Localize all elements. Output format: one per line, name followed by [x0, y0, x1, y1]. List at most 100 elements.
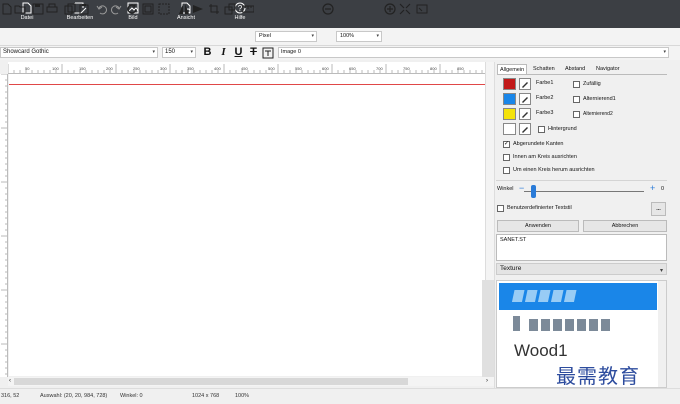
layer-select[interactable]: Image 0 ▾	[278, 47, 669, 58]
ruler-tick-label: 200	[106, 66, 113, 71]
color2-label: Farbe2	[536, 95, 554, 101]
random-label: Zufällig	[583, 81, 601, 87]
color2-picker[interactable]	[519, 93, 531, 105]
cancel-button[interactable]: Abbrechen	[583, 220, 667, 232]
paste-icon[interactable]	[78, 3, 90, 15]
background-picker[interactable]	[519, 123, 531, 135]
bold-button[interactable]: B	[202, 46, 213, 59]
ruler-tick-label: 300	[160, 66, 167, 71]
zoom-info: 100%	[235, 393, 250, 399]
frame-icon[interactable]	[142, 3, 154, 15]
alternate2-checkbox[interactable]	[573, 111, 580, 118]
drawing-canvas[interactable]	[9, 74, 494, 376]
zoom-in-icon[interactable]	[384, 3, 396, 15]
angle-value: 0	[661, 186, 665, 192]
select-icon[interactable]	[158, 3, 170, 15]
color1-picker[interactable]	[519, 78, 531, 90]
ruler-tick-label: 600	[322, 66, 329, 71]
ruler-tick-label: 650	[349, 66, 356, 71]
texture-preview-metal	[513, 316, 610, 331]
italic-button[interactable]: I	[218, 46, 229, 59]
ruler-tick-label: 250	[133, 66, 140, 71]
redo-icon[interactable]	[110, 3, 122, 15]
unit-select[interactable]: Pixel ▾	[255, 31, 317, 42]
scroll-right-icon[interactable]: ›	[486, 378, 488, 384]
ruler-tick-label: 850	[457, 66, 464, 71]
scroll-left-icon[interactable]: ‹	[9, 378, 11, 384]
underline-button[interactable]: U	[233, 46, 244, 59]
fit-icon[interactable]	[399, 3, 411, 15]
ruler-tick-label: 550	[295, 66, 302, 71]
tab-shadow[interactable]: Schatten	[531, 64, 557, 74]
resize-icon[interactable]	[224, 3, 236, 15]
texture-item-2[interactable]	[499, 311, 657, 338]
fullscreen-icon[interactable]	[416, 3, 428, 15]
apply-button[interactable]: Anwenden	[497, 220, 579, 232]
background-swatch[interactable]	[503, 123, 516, 135]
open-icon[interactable]	[14, 3, 26, 15]
panel-divider	[482, 280, 494, 377]
background-label: Hintergrund	[548, 126, 577, 132]
crop-icon[interactable]	[208, 3, 220, 15]
alternate1-checkbox[interactable]	[573, 96, 580, 103]
layer-value: Image 0	[281, 49, 301, 55]
chevron-down-icon: ▾	[190, 49, 193, 55]
scrollbar-thumb[interactable]	[14, 378, 408, 385]
text-input[interactable]: SANET.ST	[496, 234, 667, 261]
size-value: 150	[165, 49, 176, 55]
color3-picker[interactable]	[519, 108, 531, 120]
alternate2-label: Alternierend2	[583, 111, 613, 117]
rounded-edges-checkbox[interactable]: ✓	[503, 141, 510, 148]
color1-swatch[interactable]	[503, 78, 516, 90]
size-select[interactable]: 150 ▾	[162, 47, 196, 58]
more-button[interactable]: ...	[651, 202, 666, 216]
ruler-tick-label: 450	[241, 66, 248, 71]
angle-slider-track[interactable]	[524, 191, 644, 192]
custom-style-label: Benutzerdefinierter Textstil	[507, 205, 572, 211]
rounded-edges-label: Abgerundete Kanten	[513, 141, 564, 147]
custom-style-checkbox[interactable]	[497, 205, 504, 212]
strikethrough-button[interactable]: T	[248, 46, 259, 59]
color3-swatch[interactable]	[503, 108, 516, 120]
undo-icon[interactable]	[96, 3, 108, 15]
text-frame-icon[interactable]	[262, 47, 274, 59]
chevron-down-icon: ▾	[311, 33, 314, 39]
chevron-down-icon: ▾	[376, 33, 379, 39]
texture-preview-water	[511, 290, 577, 302]
around-circle-checkbox[interactable]	[503, 167, 510, 174]
menu-image-label: Bild	[128, 15, 138, 21]
ruler-icon[interactable]	[242, 3, 254, 15]
flip-vertical-icon[interactable]	[192, 3, 204, 15]
chevron-down-icon: ▾	[152, 49, 155, 55]
flip-horizontal-icon[interactable]	[178, 3, 190, 15]
background-checkbox[interactable]	[538, 126, 545, 133]
inner-circle-checkbox[interactable]	[503, 154, 510, 161]
angle-slider-thumb[interactable]	[531, 185, 536, 198]
tab-general[interactable]: Allgemein	[497, 64, 528, 74]
texture-scrollbar[interactable]	[658, 281, 666, 387]
font-select[interactable]: Showcard Gothic ▾	[0, 47, 158, 58]
tab-navigator[interactable]: Navigator	[594, 64, 622, 74]
status-bar: 316, 52 Auswahl: (20, 20, 984, 728) Wink…	[0, 388, 680, 404]
save-icon[interactable]	[32, 3, 44, 15]
cursor-position: 316, 52	[1, 393, 20, 399]
tab-spacing[interactable]: Abstand	[563, 64, 587, 74]
print-icon[interactable]	[46, 3, 58, 15]
menu-view-label: Ansicht	[176, 15, 196, 21]
refresh-icon[interactable]	[126, 3, 138, 15]
random-checkbox[interactable]	[573, 81, 580, 88]
color2-swatch[interactable]	[503, 93, 516, 105]
zoom-select[interactable]: 100% ▾	[336, 31, 382, 42]
ruler-tick-label: 350	[187, 66, 194, 71]
new-icon[interactable]	[1, 3, 13, 15]
copy-icon[interactable]	[64, 3, 76, 15]
chevron-down-icon: ▾	[659, 268, 663, 274]
angle-info: Winkel: 0	[120, 393, 143, 399]
unit-value: Pixel	[259, 33, 271, 39]
texture-item-1[interactable]	[499, 283, 657, 310]
image-size: 1024 x 768	[192, 393, 220, 399]
texture-dropdown[interactable]: Texture ▾	[496, 263, 667, 275]
plus-icon[interactable]: +	[650, 183, 655, 193]
angle-label: Winkel	[497, 186, 514, 192]
zoom-out-icon[interactable]	[322, 3, 334, 15]
